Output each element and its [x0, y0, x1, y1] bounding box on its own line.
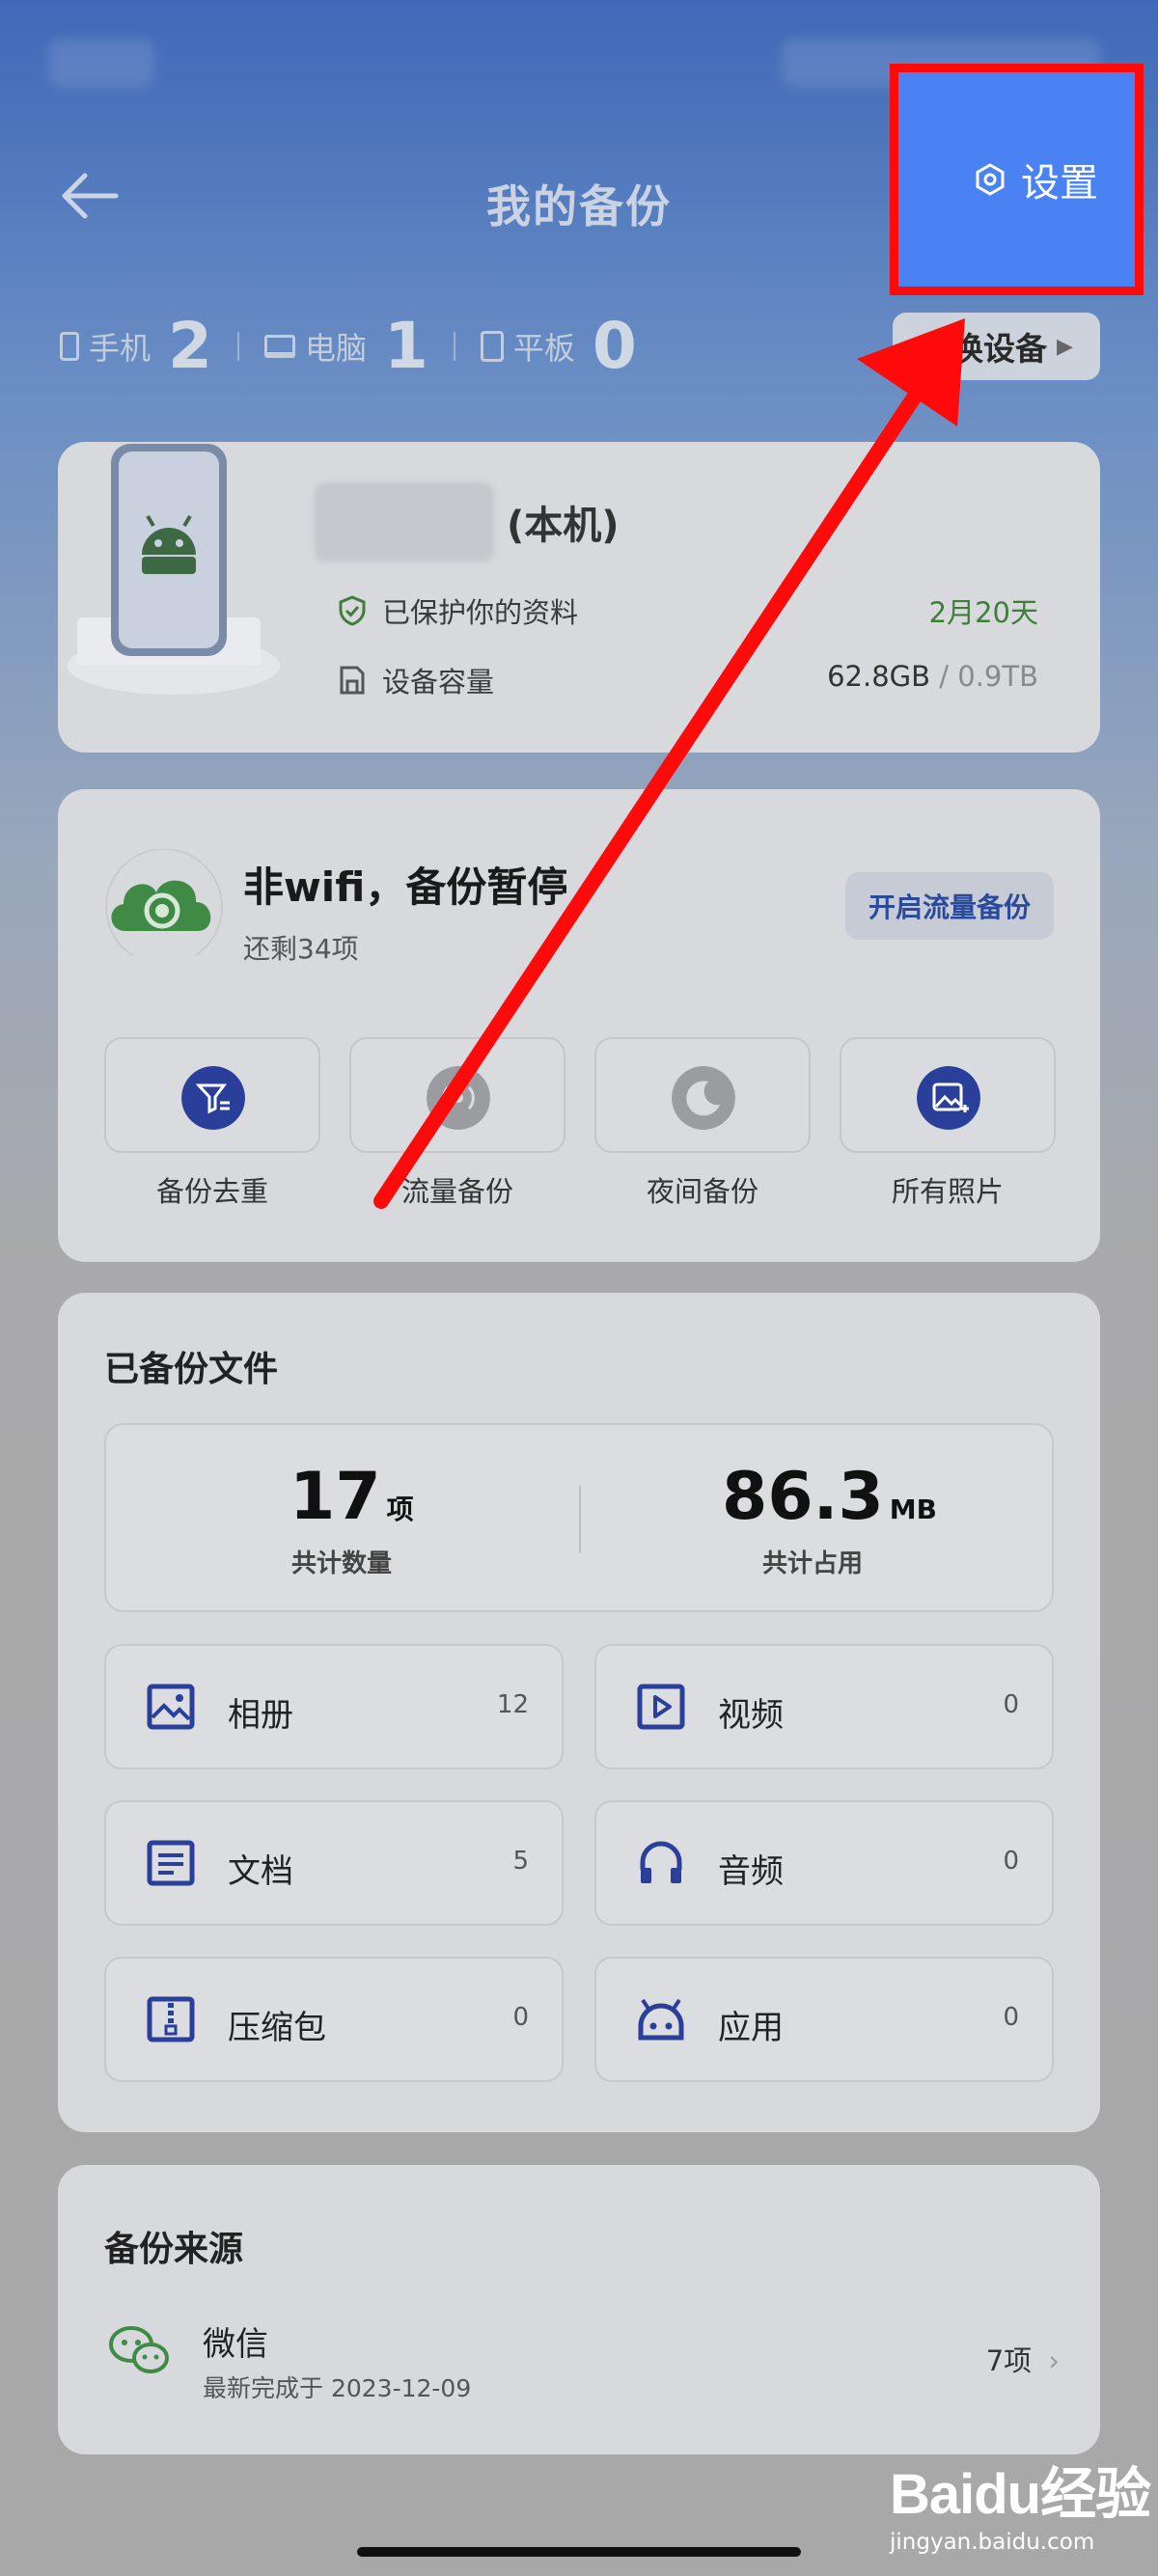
device-counts: 手机 2 电脑 1 平板 0	[60, 309, 637, 383]
total-count-number: 17	[290, 1459, 381, 1535]
feature-dedup-button[interactable]	[104, 1037, 320, 1153]
source-name: 微信	[203, 2325, 268, 2364]
device-name-blurred	[315, 482, 494, 562]
wechat-icon	[109, 2326, 169, 2373]
phone-icon	[60, 331, 79, 361]
capacity-label: 设备容量	[382, 666, 495, 699]
total-count-label: 共计数量	[291, 1549, 393, 1578]
signal-icon	[427, 1066, 490, 1130]
moon-icon	[672, 1066, 735, 1130]
total-size-number: 86.3	[722, 1459, 884, 1535]
baidu-watermark: Baidu经验 jingyan.baidu.com	[890, 2449, 1151, 2555]
shield-check-icon	[339, 595, 366, 626]
total-size-value: 86.3 MB	[722, 1459, 937, 1535]
computer-icon	[263, 334, 295, 358]
file-category-apps[interactable]: 应用 0	[594, 1957, 1054, 2082]
switch-device-button[interactable]: 切换设备 ▶	[893, 313, 1100, 380]
protect-days: 2月20天	[928, 596, 1038, 629]
cloud-sync-icon	[105, 849, 223, 955]
status-bar-left-blur	[48, 39, 154, 87]
settings-button[interactable]: 设置	[890, 64, 1144, 295]
capacity-value: 62.8GB / 0.9TB	[827, 660, 1038, 693]
file-category-label: 压缩包	[228, 2009, 326, 2047]
files-section-title: 已备份文件	[104, 1350, 279, 1389]
count-tablet-label: 平板	[512, 329, 575, 367]
gear-icon	[976, 163, 1005, 196]
filter-icon	[181, 1066, 245, 1130]
local-device-tag: (本机)	[507, 504, 620, 548]
count-computer[interactable]: 电脑 1	[263, 309, 428, 383]
divider	[579, 1486, 581, 1553]
album-icon	[147, 1684, 195, 1730]
tablet-icon	[480, 330, 504, 362]
protect-text: 已保护你的资料	[382, 596, 579, 629]
file-category-label: 视频	[718, 1696, 784, 1735]
file-category-count: 5	[512, 1847, 529, 1876]
switch-device-label: 切换设备	[920, 330, 1048, 368]
count-tablet[interactable]: 平板 0	[480, 309, 637, 383]
divider	[453, 331, 455, 361]
file-category-audio[interactable]: 音频 0	[594, 1800, 1054, 1926]
document-icon	[147, 1840, 195, 1886]
capacity-row: 设备容量	[338, 660, 494, 700]
source-count-text: 7项	[985, 2344, 1033, 2377]
chevron-right-icon: ›	[1048, 2344, 1060, 2377]
source-count: 7项 ›	[986, 2339, 1060, 2379]
chevron-right-icon: ▶	[1057, 334, 1073, 359]
file-category-album[interactable]: 相册 12	[104, 1644, 564, 1769]
feature-mobile-backup-label: 流量备份	[400, 1175, 513, 1208]
android-icon	[638, 1998, 684, 2041]
total-size-label: 共计占用	[762, 1549, 864, 1578]
file-category-count: 12	[496, 1690, 529, 1719]
enable-mobile-data-backup-button[interactable]: 开启流量备份	[845, 872, 1054, 940]
photo-icon	[917, 1066, 980, 1130]
capacity-separator: /	[930, 660, 958, 693]
archive-icon	[147, 1996, 195, 2042]
feature-mobile-backup-button[interactable]	[349, 1037, 565, 1153]
file-category-document[interactable]: 文档 5	[104, 1800, 564, 1926]
sources-section-title: 备份来源	[104, 2230, 244, 2269]
file-category-label: 相册	[228, 1696, 293, 1735]
settings-label: 设置	[1021, 161, 1098, 206]
count-phone-label: 手机	[89, 329, 152, 367]
count-computer-value: 1	[383, 309, 428, 383]
backup-status-remaining: 还剩34项	[243, 933, 359, 965]
feature-night-backup-label: 夜间备份	[646, 1175, 758, 1208]
home-indicator[interactable]	[357, 2547, 801, 2557]
video-icon	[637, 1684, 685, 1730]
file-category-count: 0	[1003, 1847, 1019, 1876]
file-category-count: 0	[1003, 1690, 1019, 1719]
feature-all-photos-button[interactable]	[840, 1037, 1056, 1153]
protect-row: 已保护你的资料	[338, 590, 578, 631]
feature-night-backup-button[interactable]	[594, 1037, 811, 1153]
capacity-total: 0.9TB	[957, 660, 1038, 693]
feature-dedup-label: 备份去重	[155, 1175, 268, 1208]
count-phone[interactable]: 手机 2	[60, 309, 212, 383]
feature-all-photos-label: 所有照片	[891, 1175, 1004, 1208]
count-phone-value: 2	[168, 309, 212, 383]
storage-icon	[340, 666, 365, 695]
file-category-count: 0	[512, 2003, 529, 2032]
total-size-unit: MB	[889, 1494, 937, 1525]
file-category-archive[interactable]: 压缩包 0	[104, 1957, 564, 2082]
capacity-used: 62.8GB	[827, 660, 931, 693]
count-tablet-value: 0	[592, 309, 637, 383]
source-last-completed: 最新完成于 2023-12-09	[203, 2374, 472, 2402]
file-category-label: 应用	[718, 2009, 784, 2047]
divider	[236, 331, 239, 361]
phone-illustration-icon	[68, 444, 280, 695]
watermark-logo: Baidu经验	[890, 2463, 1151, 2526]
file-category-label: 文档	[228, 1852, 293, 1891]
count-computer-label: 电脑	[304, 329, 367, 367]
total-count-value: 17 项	[290, 1459, 414, 1535]
file-category-count: 0	[1003, 2003, 1019, 2032]
watermark-url: jingyan.baidu.com	[890, 2530, 1095, 2555]
total-count-unit: 项	[386, 1494, 414, 1525]
backup-status-title: 非wifi，备份暂停	[243, 863, 568, 911]
file-category-label: 音频	[718, 1852, 784, 1891]
file-category-video[interactable]: 视频 0	[594, 1644, 1054, 1769]
headphones-icon	[640, 1841, 682, 1883]
